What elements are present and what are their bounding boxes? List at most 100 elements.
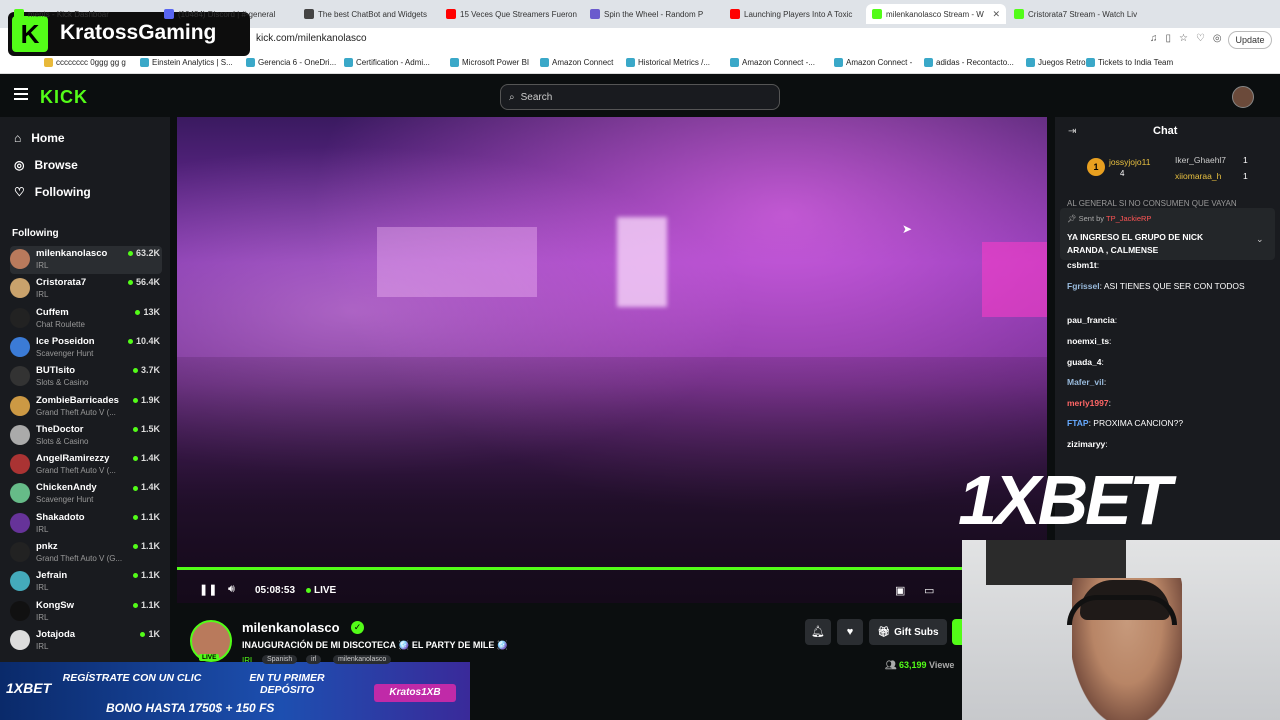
following-item[interactable]: TheDoctor Slots & Casino 1.5K [10,422,162,450]
channel-name: pnkz [36,541,58,552]
url-text[interactable]: kick.com/milenkanolasco [256,33,367,44]
bookmark-item[interactable]: Einstein Analytics | S... [140,58,233,67]
chat-username[interactable]: zizimaryy [1067,439,1105,449]
stream-tag[interactable]: irl [306,655,322,664]
chat-username[interactable]: Mafer_vil [1067,377,1104,387]
volume-icon[interactable]: 🔊︎ [228,583,235,596]
channel-viewers: 1.1K [133,570,160,580]
video-progress-bar[interactable] [177,567,962,570]
tab-label: Spin the Wheel - Random P [604,9,704,19]
tab-label: Cristorata7 Stream - Watch Liv [1028,9,1138,19]
browser-tab[interactable]: Launching Players Into A Toxic [724,4,862,24]
channel-name: ChickenAndy [36,482,97,494]
following-item[interactable]: pnkz Grand Theft Auto V (G... 1.1K [10,539,162,567]
chat-separator: : [1114,315,1118,325]
collapse-chat-icon[interactable]: ⇥ [1068,126,1076,137]
sidebar-nav-browse[interactable]: ◎ Browse [14,158,78,172]
chat-separator: : [1108,398,1111,408]
subscribe-button[interactable] [952,619,962,645]
bookmark-item[interactable]: Amazon Connect - [834,58,912,67]
browser-tab[interactable]: (10484) Discord | #-general [158,4,293,24]
stream-time: 05:08:53 [255,585,296,596]
toolbar-icons[interactable]: ♫▯☆♡◎ [1150,33,1230,44]
1xbet-logo-overlay: 1XBET [958,461,1172,539]
bookmark-item[interactable]: Juegos Retro [1026,58,1086,67]
bookmark-item[interactable]: Amazon Connect -... [730,58,815,67]
tab-favicon-icon [446,9,456,19]
browser-tab[interactable]: ments - Kick Dashboar [8,4,153,24]
chat-username[interactable]: csbm1t [1067,260,1097,270]
chat-username[interactable]: merly1997 [1067,398,1109,408]
browser-tab[interactable]: Cristorata7 Stream - Watch Liv [1008,4,1143,24]
bookmark-item[interactable]: Amazon Connect [540,58,613,67]
following-item[interactable]: Cristorata7 IRL 56.4K [10,275,162,303]
kick-logo[interactable]: KICK [40,87,88,108]
stream-tag[interactable]: Spanish [262,655,298,664]
search-placeholder: Search [520,91,553,103]
browser-tab[interactable]: Spin the Wheel - Random P [584,4,719,24]
viewer-count: 👥︎ 63,199 Viewe [885,660,955,670]
tab-close-icon[interactable]: ✕ [992,9,1000,20]
following-item[interactable]: ZombieBarricades Grand Theft Auto V (... 1… [10,393,162,421]
browser-tab[interactable]: milenkanolasco Stream - W ✕ [866,4,1006,24]
video-player[interactable] [177,117,1047,603]
channel-viewers: 63.2K [128,248,160,258]
chat-username[interactable]: FTAP [1067,418,1089,428]
tab-favicon-icon [872,9,882,19]
following-item[interactable]: Cuffem Chat Roulette 13K [10,305,162,333]
bookmark-label: Amazon Connect [552,58,614,67]
miniplayer-icon[interactable]: ▣ [895,584,905,597]
verified-icon: ✓ [351,621,364,634]
top-gifter-1[interactable]: jossyjojo11 [1109,157,1150,167]
tab-favicon-icon [164,9,174,19]
following-item[interactable]: Jotajoda IRL 1K [10,627,162,655]
bookmark-item[interactable]: Gerencia 6 - OneDri... [246,58,336,67]
bookmark-item[interactable]: Microsoft Power BI [450,58,529,67]
following-item[interactable]: AngelRamirezzy Grand Theft Auto V (... 1.4… [10,451,162,479]
chat-username[interactable]: noemxi_ts [1067,336,1109,346]
bookmark-item[interactable]: cccccccc 0ggg gg g [44,58,126,67]
bell-icon[interactable]: 🔔︎ [805,619,831,645]
channel-viewers: 56.4K [128,277,160,287]
sidebar-nav-following[interactable]: ♡ Following [14,185,91,199]
following-item[interactable]: Ice Poseidon Scavenger Hunt 10.4K [10,334,162,362]
browser-tab[interactable]: 15 Veces Que Streamers Fueron [440,4,580,24]
menu-icon[interactable] [14,88,28,100]
following-item[interactable]: milenkanolasco IRL 63.2K [10,246,162,274]
bookmark-item[interactable]: Certification - Admi... [344,58,430,67]
channel-avatar [10,395,30,416]
channel-name: Cristorata7 [36,277,87,289]
top-gifter-2[interactable]: Iker_Ghaehl7 [1175,155,1226,165]
follow-heart-icon[interactable]: ♥ [837,619,863,645]
user-avatar[interactable] [1232,86,1254,108]
chevron-down-icon[interactable]: ⌄ [1256,234,1264,245]
browser-tab[interactable]: The best ChatBot and Widgets [298,4,436,24]
chat-username[interactable]: pau_francia [1067,315,1115,325]
pause-icon[interactable]: ❚❚ [199,583,217,596]
search-input[interactable]: ⌕ Search [500,84,780,110]
channel-category: Grand Theft Auto V (... [36,407,116,417]
bookmark-item[interactable]: adidas - Recontacto... [924,58,1014,67]
tab-favicon-icon [1014,9,1024,19]
bookmark-item[interactable]: Tickets to India Team [1086,58,1173,67]
gift-subs-button[interactable]: 🎁︎ Gift Subs [869,619,947,645]
bookmark-item[interactable]: Historical Metrics /... [626,58,710,67]
chat-username[interactable]: guada_4 [1067,357,1102,367]
following-item[interactable]: Shakadoto IRL 1.1K [10,510,162,538]
channel-category: IRL [36,524,49,534]
update-button[interactable]: Update [1228,31,1272,49]
theater-icon[interactable]: ▭ [924,584,934,597]
following-item[interactable]: KongSw IRL 1.1K [10,598,162,626]
top-gifter-3[interactable]: xiiomaraa_h [1175,171,1221,181]
promo-logo: 1XBET [6,680,52,696]
compass-icon: ◎ [14,158,25,172]
promo-banner[interactable]: 1XBET REGÍSTRATE CON UN CLIC EN TU PRIME… [0,662,470,720]
chat-username[interactable]: Fgrissel [1067,281,1100,291]
sidebar-nav-home[interactable]: ⌂ Home [14,131,65,145]
streamer-name[interactable]: milenkanolasco [242,620,340,635]
following-item[interactable]: BUTIsito Slots & Casino 3.7K [10,363,162,391]
following-item[interactable]: Jefrain IRL 1.1K [10,568,162,596]
chat-separator: : [1109,336,1112,346]
following-item[interactable]: ChickenAndy Scavenger Hunt 1.4K [10,480,162,508]
stream-tag[interactable]: milenkanolasco [333,655,392,664]
